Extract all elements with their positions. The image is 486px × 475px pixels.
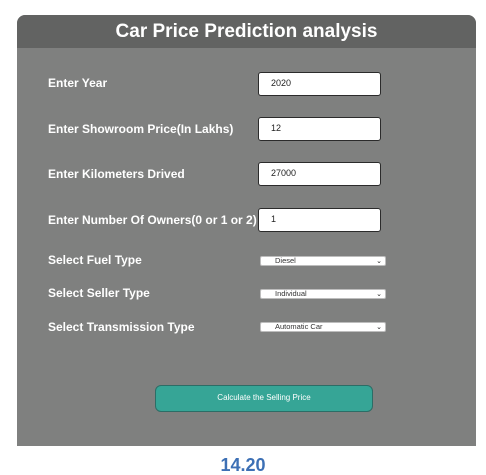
chevron-down-icon: ⌄ (376, 258, 382, 265)
kms-driven-input[interactable]: 27000 (258, 162, 381, 186)
transmission-label: Select Transmission Type (48, 320, 195, 334)
seller-type-selected: Individual (275, 289, 307, 298)
seller-type-select[interactable]: Individual ⌄ (260, 289, 386, 299)
chevron-down-icon: ⌄ (376, 291, 382, 298)
predicted-price: 14.20 (220, 455, 266, 475)
chevron-down-icon: ⌄ (376, 324, 382, 331)
kms-driven-label: Enter Kilometers Drived (48, 167, 185, 181)
seller-type-label: Select Seller Type (48, 286, 150, 300)
page-title: Car Price Prediction analysis (17, 15, 476, 48)
owners-input[interactable]: 1 (258, 208, 381, 232)
fuel-type-label: Select Fuel Type (48, 253, 142, 267)
owners-label: Enter Number Of Owners(0 or 1 or 2) (48, 213, 257, 227)
fuel-type-select[interactable]: Diesel ⌄ (260, 256, 386, 266)
transmission-select[interactable]: Automatic Car ⌄ (260, 322, 386, 332)
calculate-price-button[interactable]: Calculate the Selling Price (155, 385, 373, 412)
year-input[interactable]: 2020 (258, 72, 381, 96)
transmission-selected: Automatic Car (275, 322, 323, 331)
fuel-type-selected: Diesel (275, 256, 296, 265)
showroom-price-label: Enter Showroom Price(In Lakhs) (48, 122, 234, 136)
year-label: Enter Year (48, 76, 108, 90)
prediction-form-card: Car Price Prediction analysis Enter Year… (17, 15, 476, 446)
showroom-price-input[interactable]: 12 (258, 117, 381, 141)
